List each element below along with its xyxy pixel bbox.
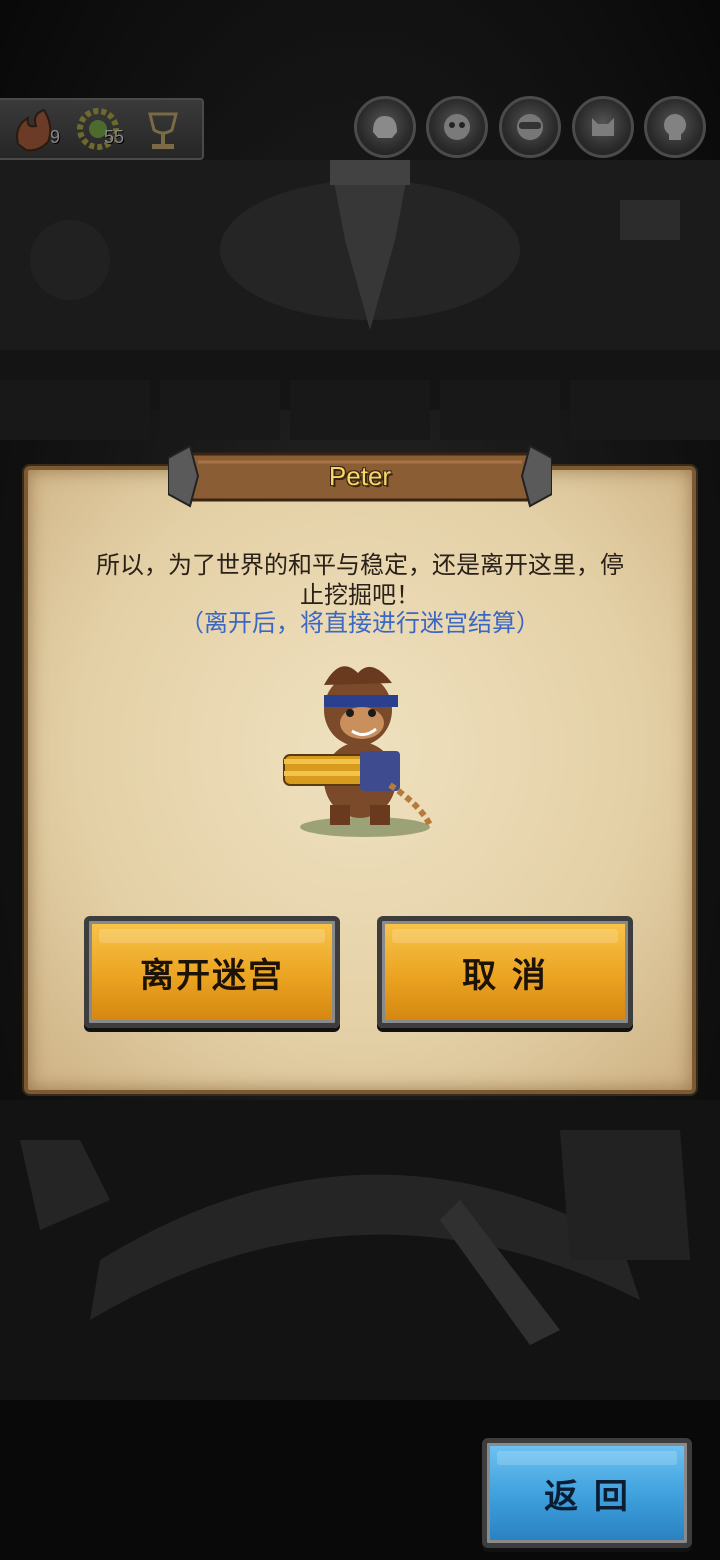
resource-flame[interactable]: 9 <box>8 104 62 154</box>
goggles-face-icon <box>517 114 543 140</box>
flame-count: 9 <box>49 127 60 147</box>
helmet-icon <box>373 116 397 138</box>
back-button[interactable]: 返 回 <box>482 1438 692 1548</box>
resource-gear[interactable]: 55 <box>72 104 126 154</box>
gear-count: 55 <box>103 127 124 147</box>
monkey-gunner-character <box>283 666 433 837</box>
dialog-message: 所以，为了世界的和平与稳定，还是离开这里，停止挖掘吧！ <box>96 551 624 609</box>
boss-token-1[interactable] <box>354 96 416 158</box>
leave-maze-label: 离开迷宫 <box>140 955 284 996</box>
dialog-title: Peter <box>328 460 392 491</box>
dialog-note: （离开后，将直接进行迷宫结算） <box>180 609 540 637</box>
resource-bar: 9 55 <box>0 98 204 160</box>
trophy-icon <box>148 112 178 149</box>
button-shine <box>99 929 325 943</box>
boss-token-4[interactable] <box>572 96 634 158</box>
monster-face-icon <box>444 114 470 140</box>
cancel-label: 取 消 <box>462 955 548 996</box>
back-label: 返 回 <box>544 1476 630 1517</box>
button-shine <box>497 1451 677 1465</box>
boss-token-2[interactable] <box>426 96 488 158</box>
boss-token-3[interactable] <box>499 96 561 158</box>
dialog-title-banner: Peter <box>167 438 553 514</box>
leave-maze-button[interactable]: 离开迷宫 <box>84 916 340 1028</box>
skull-face-icon <box>664 114 686 140</box>
cancel-button[interactable]: 取 消 <box>377 916 633 1028</box>
button-shine <box>392 929 618 943</box>
boss-token-5[interactable] <box>644 96 706 158</box>
demon-face-icon <box>592 118 614 136</box>
resource-trophy[interactable] <box>136 104 190 154</box>
